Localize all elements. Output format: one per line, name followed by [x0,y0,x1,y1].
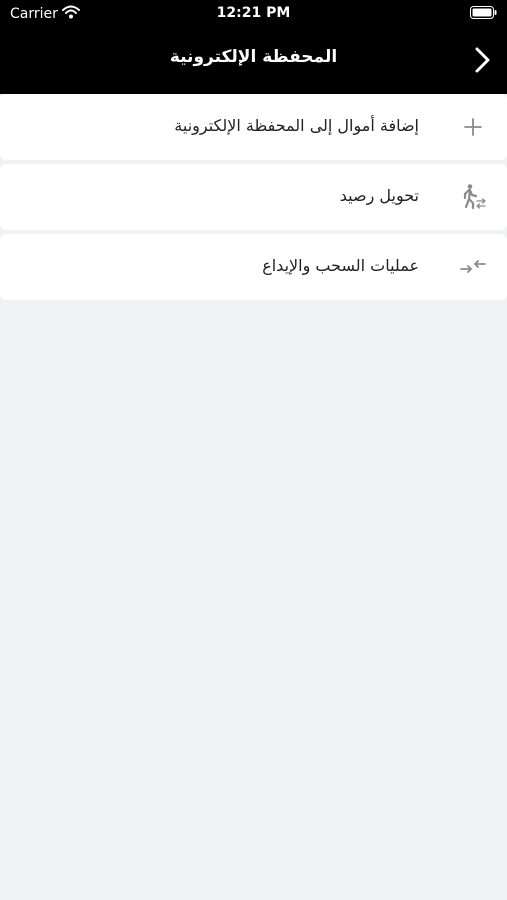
status-bar: Carrier 12:21 PM [0,0,507,30]
arrows-exchange-icon [460,260,486,273]
menu-item-label: إضافة أموال إلى المحفظة الإلكترونية [174,116,419,135]
header: Carrier 12:21 PM المحفظة الإلكترونية [0,0,507,94]
status-time: 12:21 PM [216,5,291,21]
menu-item-label: تحويل رصيد [339,186,419,205]
menu-item-add-funds[interactable]: إضافة أموال إلى المحفظة الإلكترونية [0,94,507,160]
back-chevron-icon[interactable] [471,46,493,74]
wallet-screen: Carrier 12:21 PM المحفظة الإلكترونية إضا… [0,0,507,900]
menu-item-withdrawals-deposits[interactable]: عمليات السحب والإيداع [0,234,507,300]
page-title: المحفظة الإلكترونية [169,47,338,67]
wallet-menu: إضافة أموال إلى المحفظة الإلكترونية تحوي… [0,94,507,304]
person-transfer-icon [463,184,486,210]
battery-icon [470,6,497,19]
menu-item-balance-transfer[interactable]: تحويل رصيد [0,164,507,230]
navigation-bar: المحفظة الإلكترونية [0,30,507,94]
menu-item-label: عمليات السحب والإيداع [262,256,419,275]
plus-icon [464,118,482,136]
